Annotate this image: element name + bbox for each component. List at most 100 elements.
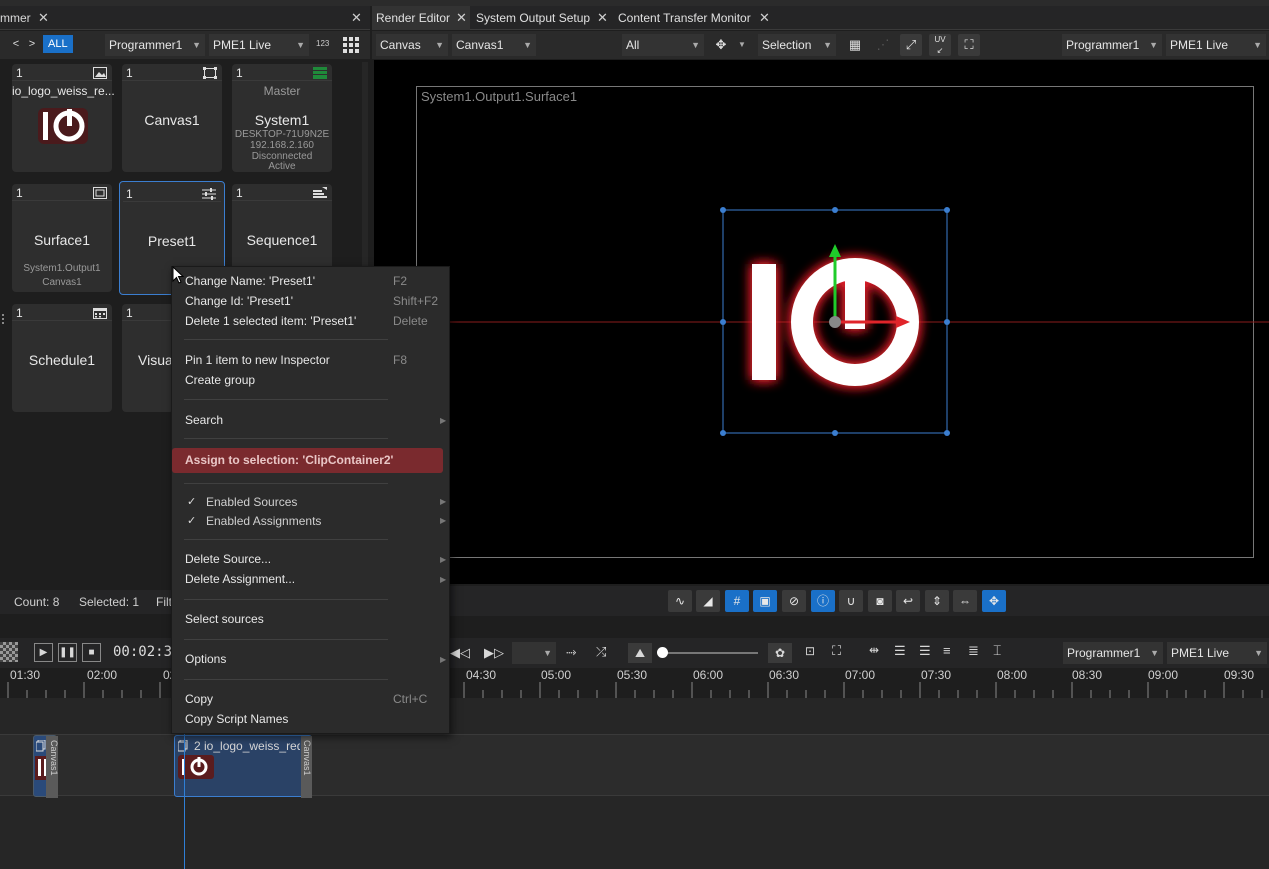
card-canvas1[interactable]: 1 Canvas1 [122, 64, 222, 172]
menu-item-select-sources[interactable]: Select sources [185, 612, 264, 626]
menu-item-enabled-assignments[interactable]: Enabled Assignments [206, 514, 321, 528]
card-title: io_logo_weiss_re... [12, 84, 115, 98]
add-track-icon[interactable]: ≡ [943, 643, 951, 658]
canvas-dropdown[interactable]: Canvas1 ▼ [452, 34, 536, 56]
grid-view-icon[interactable] [343, 37, 359, 53]
snap-icon[interactable]: ⋰ [872, 34, 894, 56]
y-axis-arrow[interactable] [829, 244, 841, 257]
stop-button[interactable]: ■ [82, 643, 101, 662]
tab-programmer[interactable]: mmer [0, 11, 31, 25]
align-vertical-icon[interactable]: ⇕ [925, 590, 949, 612]
menu-item-copy-script-names[interactable]: Copy Script Names [185, 712, 288, 726]
card-system1[interactable]: 1 Master System1 DESKTOP-71U9N2E 192.168… [232, 64, 332, 172]
card-active-status: Active [268, 161, 296, 172]
track-row[interactable]: Canvas1 2 io_logo_weiss_red Canvas1 [0, 734, 1269, 798]
card-surface1[interactable]: 1 Surface1 System1.Output1 Canvas1 [12, 184, 112, 292]
canvas-icon [203, 67, 217, 79]
camera-icon[interactable]: ▣ [753, 590, 777, 612]
fit-icon[interactable]: ⊡ [805, 644, 815, 658]
waveform-icon[interactable]: ∿ [668, 590, 692, 612]
loop-icon[interactable]: ⤑ [566, 644, 576, 660]
next-page-button[interactable]: > [25, 35, 39, 53]
menu-item-change-name[interactable]: Change Name: 'Preset1' [185, 274, 315, 288]
menu-item-options[interactable]: Options [185, 652, 226, 666]
filter-dropdown[interactable]: All ▼ [622, 34, 704, 56]
close-icon[interactable]: ✕ [456, 6, 467, 30]
align-horizontal-icon[interactable]: ⇔ [953, 590, 977, 612]
info-icon[interactable]: ⓘ [811, 590, 835, 612]
move-tool-icon[interactable]: ✥ [710, 34, 732, 56]
chevron-down-icon[interactable]: ▼ [738, 40, 746, 49]
panel-close-icon[interactable]: ✕ [351, 10, 362, 26]
frame-icon[interactable]: ⛶ [958, 34, 980, 56]
gradient-icon[interactable]: ◢ [696, 590, 720, 612]
prev-page-button[interactable]: < [9, 35, 23, 53]
menu-item-delete-assignment[interactable]: Delete Assignment... [185, 572, 295, 586]
pme-dropdown[interactable]: PME1 Live ▼ [209, 34, 309, 56]
close-icon[interactable]: ✕ [597, 6, 608, 30]
menu-item-pin-inspector[interactable]: Pin 1 item to new Inspector [185, 353, 330, 367]
mask-icon[interactable]: ⊘ [782, 590, 806, 612]
uv-icon[interactable]: UV ↙ [929, 34, 951, 56]
grid-icon[interactable]: ▦ [844, 34, 866, 56]
clip-container-1[interactable]: Canvas1 [33, 735, 59, 798]
render-viewport[interactable]: System1.Output1.Surface1 [374, 60, 1269, 584]
menu-item-enabled-sources[interactable]: Enabled Sources [206, 495, 297, 509]
undo-icon[interactable]: ↩ [896, 590, 920, 612]
tab-system-output-setup[interactable]: System Output Setup ✕ [472, 6, 612, 30]
zoom-slider-track[interactable] [660, 652, 758, 654]
menu-item-search[interactable]: Search [185, 413, 223, 427]
card-visual[interactable]: 1 Visua [122, 304, 174, 412]
all-filter-button[interactable]: ALL [43, 35, 73, 53]
card-number: 1 [126, 187, 133, 201]
tulip-icon[interactable]: ✿ [768, 643, 792, 663]
align-left-icon[interactable]: ☰ [919, 643, 931, 659]
canvas-type-dropdown[interactable]: Canvas ▼ [376, 34, 448, 56]
programmer-dropdown[interactable]: Programmer1 ▼ [105, 34, 205, 56]
menu-item-delete[interactable]: Delete 1 selected item: 'Preset1' [185, 314, 356, 328]
pme-dropdown[interactable]: PME1 Live ▼ [1166, 34, 1266, 56]
programmer-dropdown[interactable]: Programmer1 ▼ [1063, 642, 1163, 664]
shuffle-icon[interactable]: ⤮ [596, 644, 606, 660]
card-schedule1[interactable]: 1 Schedule1 [12, 304, 112, 412]
play-button[interactable]: ▶ [34, 643, 53, 662]
splitter-handle[interactable] [2, 314, 5, 328]
magnet-icon[interactable]: ∪ [839, 590, 863, 612]
menu-item-create-group[interactable]: Create group [185, 373, 255, 387]
shortcut-label: Ctrl+C [393, 692, 428, 706]
checker-icon [0, 642, 18, 662]
tab-render-editor[interactable]: Render Editor ✕ [372, 6, 470, 30]
menu-item-assign-selection[interactable]: Assign to selection: 'ClipContainer2' [172, 448, 443, 473]
numeric-view-button[interactable]: 123 [316, 39, 329, 48]
menu-item-copy[interactable]: Copy [185, 692, 213, 706]
calendar-icon [93, 308, 107, 319]
pause-button[interactable]: ❚❚ [58, 643, 77, 662]
speed-dropdown[interactable]: ▼ [512, 642, 556, 664]
tab-close-icon[interactable]: ✕ [38, 10, 49, 26]
landscape-icon[interactable]: ⛰ [628, 643, 652, 663]
prev-marker-icon[interactable]: ◀◁ [450, 645, 470, 661]
card-io-logo[interactable]: 1 io_logo_weiss_re... [12, 64, 115, 172]
expand-icon[interactable]: ⇹ [869, 643, 879, 657]
center-target-icon[interactable]: ✥ [982, 590, 1006, 612]
clip-container-2[interactable]: 2 io_logo_weiss_red Canvas1 [174, 735, 312, 798]
menu-item-change-id[interactable]: Change Id: 'Preset1' [185, 294, 293, 308]
align-center-icon[interactable]: ☰ [894, 643, 906, 659]
menu-item-delete-source[interactable]: Delete Source... [185, 552, 271, 566]
close-icon[interactable]: ✕ [759, 6, 770, 30]
next-marker-icon[interactable]: ▶▷ [484, 645, 504, 661]
pme-dropdown[interactable]: PME1 Live ▼ [1167, 642, 1267, 664]
pivot-point[interactable] [829, 316, 841, 328]
programmer-dropdown[interactable]: Programmer1 ▼ [1062, 34, 1162, 56]
tab-content-transfer-monitor[interactable]: Content Transfer Monitor ✕ [614, 6, 784, 30]
snapshot-icon[interactable]: ◙ [868, 590, 892, 612]
mode-dropdown[interactable]: Selection ▼ [758, 34, 836, 56]
add-layer-icon[interactable]: ≣ [968, 643, 979, 659]
text-cursor-icon[interactable]: ⌶ [993, 642, 1001, 659]
fullscreen-icon[interactable]: ⛶ [832, 643, 841, 659]
grid-toggle-icon[interactable]: # [725, 590, 749, 612]
zoom-slider-thumb[interactable] [657, 647, 668, 658]
transform-icon[interactable]: ⤢ [900, 34, 922, 56]
card-number: 1 [16, 186, 23, 200]
submenu-arrow-icon: ▶ [440, 655, 447, 664]
